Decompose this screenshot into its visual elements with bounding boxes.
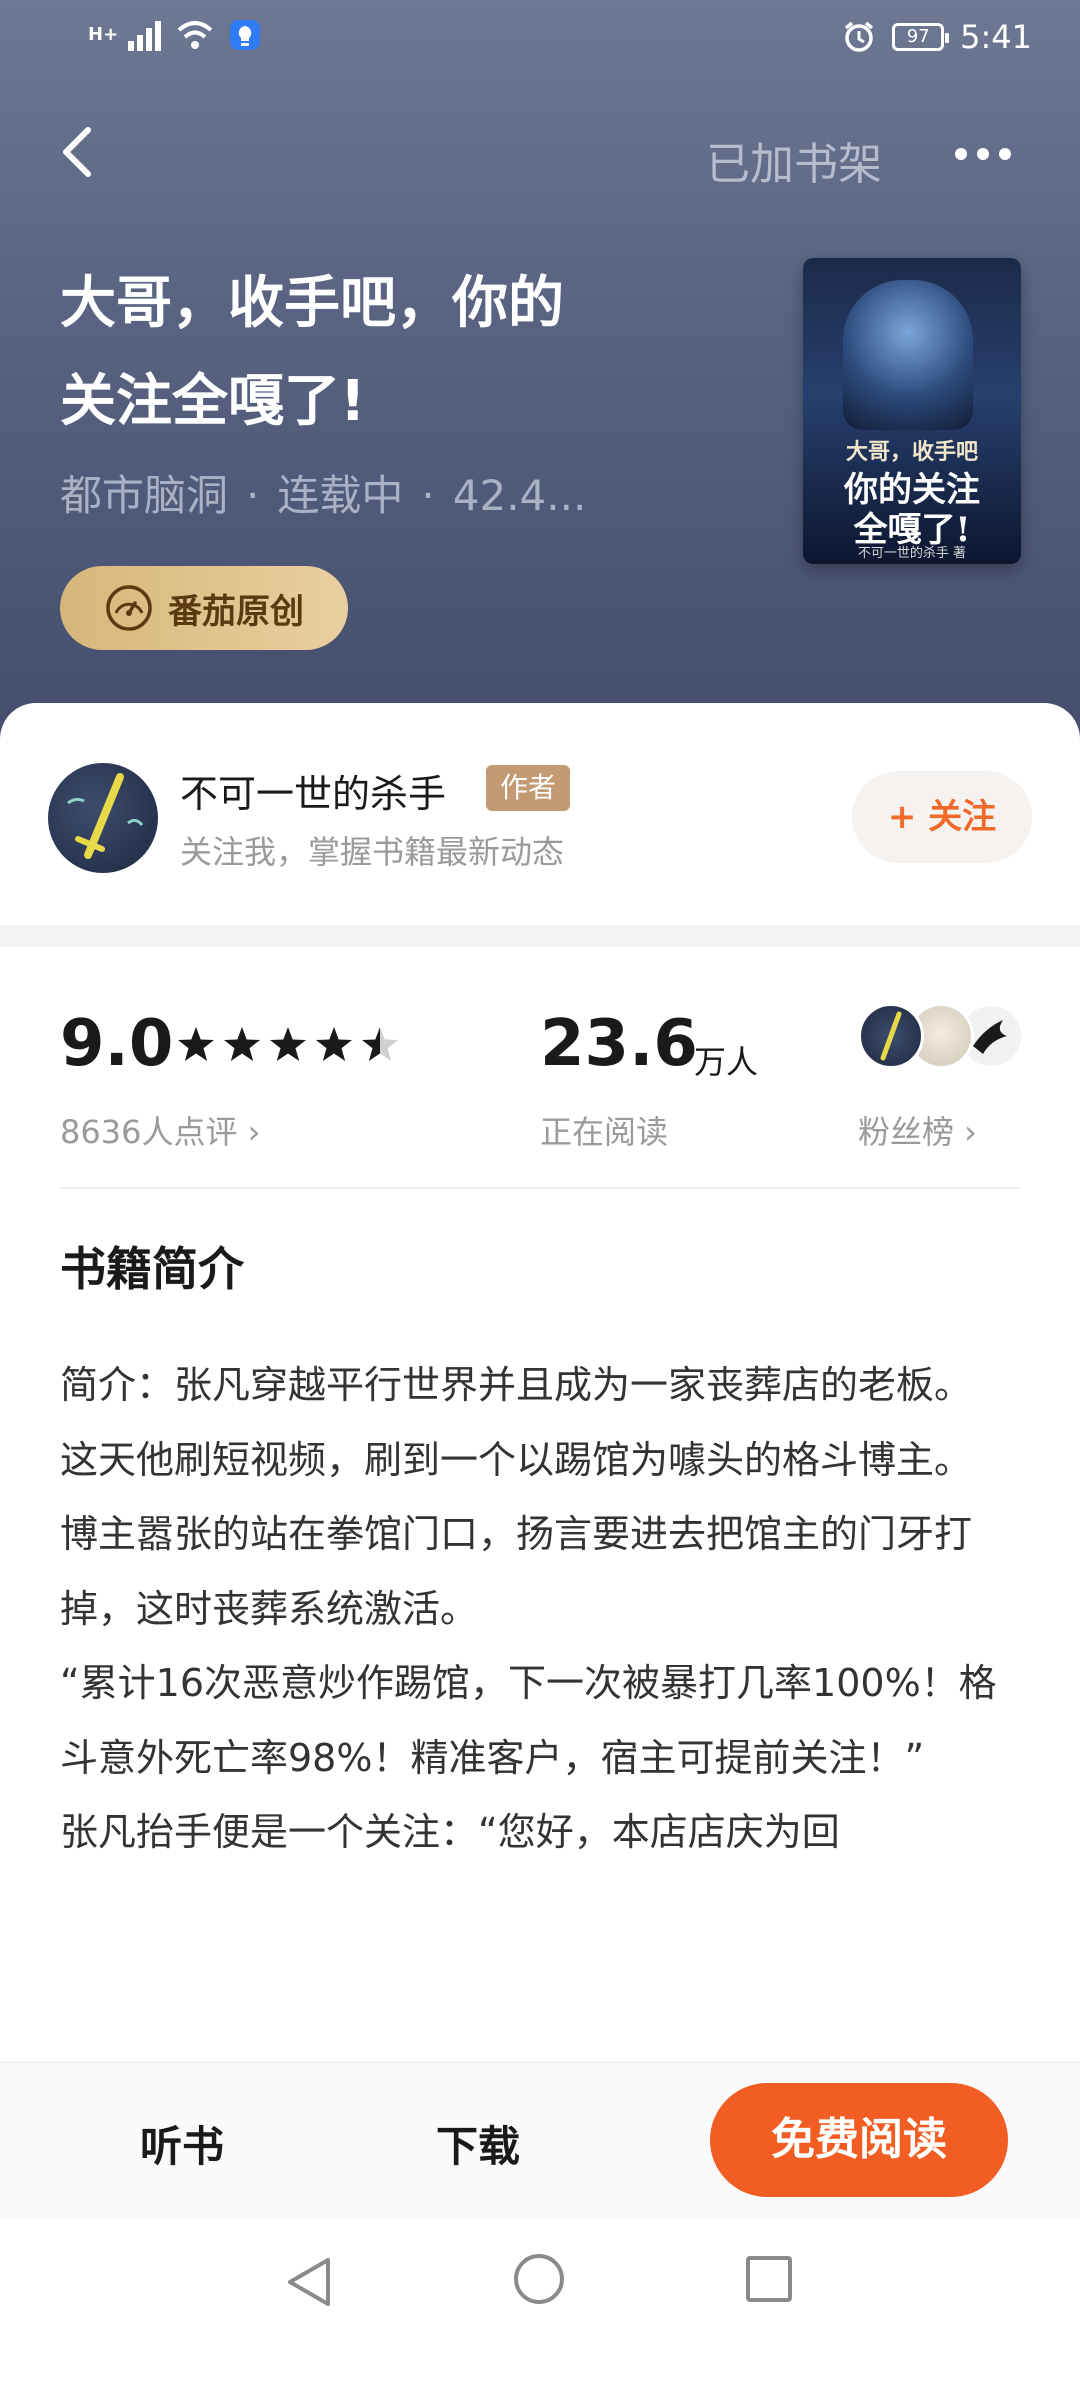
vpn-icon	[230, 20, 260, 50]
alarm-icon	[845, 21, 874, 52]
intro-paragraph: 简介：张凡穿越平行世界并且成为一家丧葬店的老板。	[60, 1363, 973, 1407]
fan-avatars[interactable]	[858, 1003, 1028, 1073]
original-badge[interactable]: 番茄原创	[60, 566, 348, 650]
intro-paragraph: 博主嚣张的站在拳馆门口，扬言要进去把馆主的门牙打掉，这时丧葬系统激活。	[60, 1512, 973, 1631]
free-read-button[interactable]: 免费阅读	[710, 2083, 1008, 2197]
cover-author: 不可一世的杀手 著	[857, 546, 967, 561]
more-dots-icon[interactable]	[955, 134, 1025, 174]
rating-stars	[176, 1025, 400, 1065]
intro-heading: 书籍简介	[60, 1242, 244, 1296]
book-category[interactable]: 都市脑洞	[60, 471, 228, 520]
readers-count: 23.6	[540, 1007, 698, 1081]
download-button[interactable]: 下载	[436, 2113, 520, 2174]
author-name[interactable]: 不可一世的杀手	[180, 763, 446, 818]
author-subtitle: 关注我，掌握书籍最新动态	[180, 833, 565, 871]
reading-label: 正在阅读	[540, 1113, 669, 1151]
shelf-status[interactable]: 已加书架	[706, 128, 882, 192]
divider	[60, 1187, 1020, 1189]
clock: 5:41	[960, 18, 1032, 56]
fan-avatar	[858, 1003, 924, 1069]
nav-back-icon[interactable]	[284, 2256, 334, 2308]
status-bar: H+ 97 5:41	[0, 0, 1080, 80]
back-arrow-icon[interactable]	[50, 122, 110, 182]
avatar[interactable]	[48, 763, 158, 873]
fanqie-logo-icon	[106, 585, 152, 631]
section-separator	[0, 925, 1080, 947]
word-count: 42.4...	[452, 471, 587, 520]
stats-row: 9.0 8636人点评 › 23.6 万人 正在阅读 粉丝榜 ›	[0, 947, 1080, 1187]
book-status: 连载中	[277, 471, 404, 520]
ratings-link[interactable]: 8636人点评 ›	[60, 1107, 260, 1153]
author-row[interactable]: 不可一世的杀手 作者 关注我，掌握书籍最新动态 + 关注	[0, 703, 1080, 925]
bottom-action-bar: 听书 下载 免费阅读	[0, 2062, 1080, 2219]
intro-paragraph: 张凡抬手便是一个关注：“您好，本店店庆为回	[60, 1810, 840, 1854]
signal-icon	[128, 19, 161, 51]
star-icon	[224, 1027, 260, 1061]
book-title-line-1: 大哥，收手吧，你的	[60, 271, 564, 336]
rating-score: 9.0	[60, 1007, 174, 1081]
intro-body[interactable]: 简介：张凡穿越平行世界并且成为一家丧葬店的老板。 这天他刷短视频，刷到一个以踢馆…	[60, 1348, 1026, 2083]
readers-unit: 万人	[694, 1043, 759, 1081]
book-header-background: H+ 97 5:41 已加书架 大哥，收手吧，你的 关注全嘎了! 都市脑洞 · …	[0, 0, 1080, 760]
listen-button[interactable]: 听书	[140, 2113, 224, 2174]
meta-separator: ·	[246, 471, 260, 520]
network-type: H+	[88, 24, 119, 45]
sword-icon	[67, 773, 144, 859]
author-tag: 作者	[486, 765, 571, 811]
original-badge-label: 番茄原创	[168, 591, 304, 632]
intro-paragraph: “累计16次恶意炒作踢馆，下一次被暴打几率100%！格斗意外死亡率98%！精准客…	[60, 1661, 997, 1780]
book-title-line-2: 关注全嘎了!	[60, 369, 366, 434]
book-meta: 都市脑洞 · 连载中 · 42.4...	[60, 462, 586, 523]
follow-button[interactable]: + 关注	[852, 771, 1032, 863]
cover-illustration	[843, 280, 973, 430]
nav-home-icon[interactable]	[514, 2254, 564, 2304]
book-title: 大哥，收手吧，你的 关注全嘎了!	[60, 255, 620, 451]
intro-paragraph: 这天他刷短视频，刷到一个以踢馆为噱头的格斗博主。	[60, 1437, 973, 1482]
star-icon	[270, 1027, 306, 1061]
star-icon	[178, 1027, 214, 1061]
wifi-icon	[177, 21, 213, 49]
system-navigation-bar	[0, 2218, 1080, 2340]
meta-separator: ·	[421, 471, 435, 520]
star-icon	[362, 1027, 398, 1061]
battery-icon: 97	[892, 23, 950, 51]
star-icon	[316, 1027, 352, 1061]
nav-recent-icon[interactable]	[746, 2256, 792, 2302]
book-cover[interactable]: 大哥，收手吧 你的关注 全嘎了! 不可一世的杀手 著	[803, 258, 1021, 564]
fans-ranking-link[interactable]: 粉丝榜 ›	[858, 1107, 977, 1153]
top-navigation: 已加书架	[0, 110, 1080, 200]
